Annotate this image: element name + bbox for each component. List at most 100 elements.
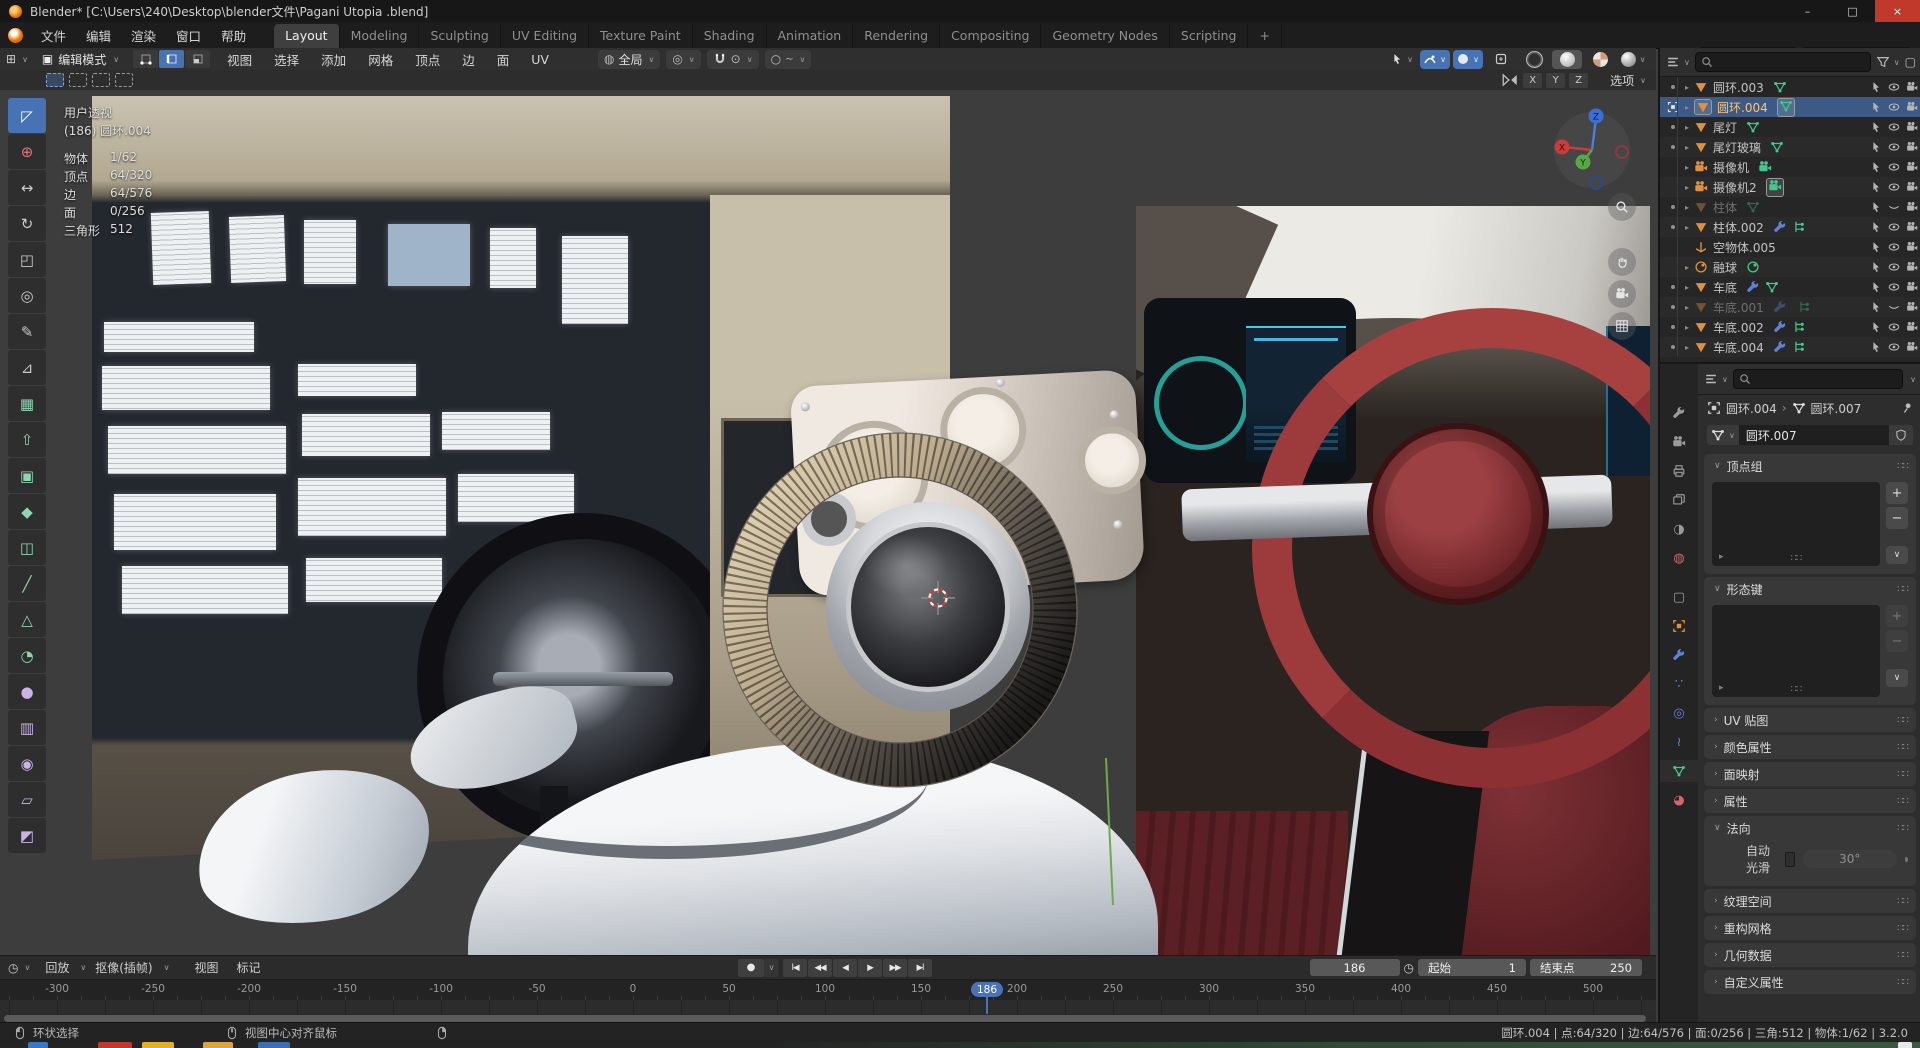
- panel-header[interactable]: › 颜色属性 ∷∷: [1704, 735, 1916, 759]
- shading-solid-button[interactable]: [1552, 50, 1582, 69]
- add-workspace-button[interactable]: +: [1248, 24, 1281, 48]
- close-button[interactable]: ×: [1875, 0, 1920, 22]
- select-icon[interactable]: [1870, 341, 1882, 353]
- viewport-3d[interactable]: Z X Y 用户透视 (186) 圆环.004 物体: [0, 90, 1656, 955]
- viewport-menu-vertex[interactable]: 顶点: [404, 50, 451, 69]
- eye-icon[interactable]: [1888, 161, 1900, 173]
- tab-modeling[interactable]: Modeling: [340, 24, 420, 48]
- outliner-row[interactable]: ▸ 车底.004: [1660, 337, 1920, 357]
- camera-view-button[interactable]: [1608, 280, 1636, 308]
- perspective-toggle-button[interactable]: [1608, 312, 1636, 340]
- tab-constraints[interactable]: ≀: [1660, 731, 1698, 753]
- playhead-line[interactable]: [986, 997, 988, 1014]
- select-icon[interactable]: [1870, 201, 1882, 213]
- shading-material-button[interactable]: [1585, 50, 1615, 69]
- panel-header[interactable]: ∨ 形态键 ∷∷: [1704, 577, 1916, 601]
- tool-transform[interactable]: ◎: [8, 278, 46, 313]
- render-icon[interactable]: [1906, 301, 1918, 313]
- outliner-row[interactable]: ▸ 车底.002: [1660, 317, 1920, 337]
- timeline-menu-marker[interactable]: 标记: [227, 959, 269, 976]
- eye-icon[interactable]: [1888, 321, 1900, 333]
- mirror-x-button[interactable]: X: [1523, 73, 1542, 88]
- outliner-row[interactable]: 空物体.005: [1660, 237, 1920, 257]
- tool-extrude-region[interactable]: ⇧: [8, 422, 46, 457]
- maximize-button[interactable]: □: [1830, 0, 1875, 22]
- outliner-display-mode-button[interactable]: ∨: [1666, 55, 1690, 69]
- mesh-id-dropdown[interactable]: ∨: [1707, 425, 1739, 445]
- tab-geometry-nodes[interactable]: Geometry Nodes: [1041, 24, 1169, 48]
- timeline-ruler[interactable]: -300 -250 -200 -150 -100 -50 0 50 100 15…: [0, 979, 1656, 1000]
- select-icon[interactable]: [1870, 241, 1882, 253]
- tool-spin[interactable]: ◔: [8, 638, 46, 673]
- viewport-menu-view[interactable]: 视图: [216, 50, 263, 69]
- vertex-groups-list[interactable]: ▸∷∷: [1712, 482, 1880, 566]
- panel-header[interactable]: › 属性 ∷∷: [1704, 789, 1916, 813]
- select-icon[interactable]: [1870, 141, 1882, 153]
- drag-dots-icon[interactable]: ∷∷: [1897, 742, 1908, 753]
- timeline-menu-keying[interactable]: 抠像(插帧): [86, 959, 161, 976]
- select-icon[interactable]: [1870, 121, 1882, 133]
- add-vertex-group-button[interactable]: +: [1886, 482, 1908, 504]
- tool-edge-slide[interactable]: ▥: [8, 710, 46, 745]
- options-dropdown[interactable]: 选项: [1610, 72, 1634, 89]
- tab-rendering[interactable]: Rendering: [853, 24, 940, 48]
- outliner-search[interactable]: [1695, 52, 1871, 72]
- eye-icon[interactable]: [1888, 181, 1900, 193]
- transform-orientation-selector[interactable]: ◍ 全局 ∨: [598, 50, 660, 69]
- outliner-filter-button[interactable]: ∨: [1876, 55, 1900, 69]
- tab-world[interactable]: ◍: [1660, 547, 1698, 569]
- start-frame-field[interactable]: 起始1: [1418, 959, 1526, 976]
- render-icon[interactable]: [1906, 81, 1918, 93]
- select-extend-mode-button[interactable]: [69, 73, 87, 87]
- render-icon[interactable]: [1906, 201, 1918, 213]
- select-icon[interactable]: [1870, 161, 1882, 173]
- end-frame-field[interactable]: 结束点250: [1530, 959, 1642, 976]
- tab-animation[interactable]: Animation: [767, 24, 854, 48]
- render-icon[interactable]: [1906, 261, 1918, 273]
- viewport-menu-face[interactable]: 面: [486, 50, 521, 69]
- tool-rotate[interactable]: ↻: [8, 206, 46, 241]
- render-icon[interactable]: [1906, 121, 1918, 133]
- panel-header[interactable]: ∨ 顶点组 ∷∷: [1704, 454, 1916, 478]
- auto-smooth-checkbox[interactable]: [1785, 852, 1795, 867]
- mirror-y-button[interactable]: Y: [1546, 73, 1565, 88]
- select-intersect-mode-button[interactable]: [115, 73, 133, 87]
- use-preview-range-icon[interactable]: ◷: [1404, 961, 1414, 975]
- show-gizmo-dropdown[interactable]: ∨: [1387, 50, 1417, 69]
- select-icon[interactable]: [1870, 301, 1882, 313]
- timeline-channels[interactable]: [0, 1000, 1656, 1014]
- eye-icon[interactable]: [1888, 121, 1900, 133]
- pan-button[interactable]: [1608, 248, 1636, 276]
- editor-type-button[interactable]: ⊞∨: [0, 48, 34, 70]
- outliner-row-active[interactable]: ▸ 圆环.004: [1660, 97, 1920, 117]
- select-icon[interactable]: [1870, 181, 1882, 193]
- tab-uv-editing[interactable]: UV Editing: [501, 24, 589, 48]
- tab-texture-paint[interactable]: Texture Paint: [589, 24, 693, 48]
- drag-dots-icon[interactable]: ∷∷: [1897, 461, 1908, 472]
- tool-cursor[interactable]: ⊕: [8, 134, 46, 169]
- current-frame-field[interactable]: 186: [1310, 959, 1400, 976]
- pivot-point-selector[interactable]: ◎∨: [666, 50, 700, 69]
- tool-add-cube[interactable]: ▦: [8, 386, 46, 421]
- add-shape-key-button[interactable]: +: [1886, 605, 1908, 627]
- tool-inset-faces[interactable]: ▣: [8, 458, 46, 493]
- drag-dots-icon[interactable]: ∷∷: [1897, 896, 1908, 907]
- tab-tool[interactable]: [1660, 402, 1698, 424]
- outliner-row[interactable]: ▸ 摄像机: [1660, 157, 1920, 177]
- jump-to-start-button[interactable]: Ⅰ◀: [783, 959, 807, 977]
- xray-toggle[interactable]: ∨: [1453, 50, 1483, 69]
- eye-icon[interactable]: [1888, 281, 1900, 293]
- tool-knife[interactable]: ╱: [8, 566, 46, 601]
- tool-shrink-fatten[interactable]: ◉: [8, 746, 46, 781]
- drag-dots-icon[interactable]: ∷∷: [1897, 823, 1908, 834]
- panel-header[interactable]: › 面映射 ∷∷: [1704, 762, 1916, 786]
- menu-edit[interactable]: 编辑: [76, 22, 121, 48]
- tab-output[interactable]: [1660, 460, 1698, 482]
- outliner-row[interactable]: ▸ 尾灯玻璃: [1660, 137, 1920, 157]
- outliner-row-hidden[interactable]: ▸ 车底.001: [1660, 297, 1920, 317]
- render-icon[interactable]: [1906, 341, 1918, 353]
- breadcrumb-object[interactable]: 圆环.004: [1726, 400, 1777, 417]
- properties-search-input[interactable]: [1755, 372, 1897, 386]
- select-icon[interactable]: [1870, 101, 1882, 113]
- outliner-row-hidden[interactable]: ▸ 柱体: [1660, 197, 1920, 217]
